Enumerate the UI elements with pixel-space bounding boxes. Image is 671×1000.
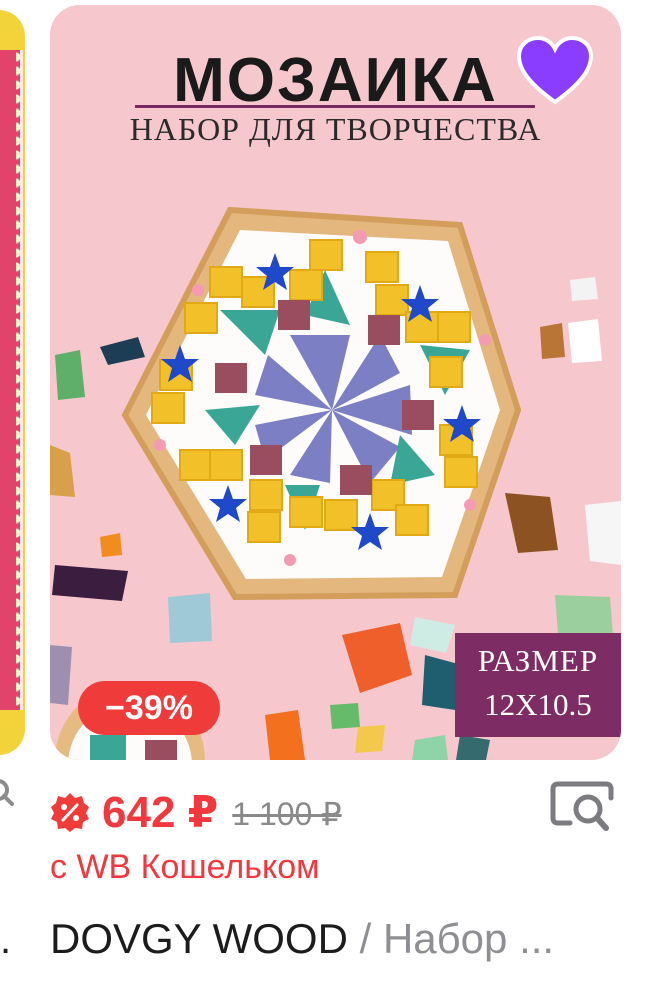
price-row: 642 ₽ 1 100 ₽ <box>50 782 342 842</box>
favorite-button[interactable] <box>515 35 595 107</box>
size-tag-value: 12X10.5 <box>484 687 592 722</box>
product-title[interactable]: DOVGY WOOD / Набор ... <box>50 915 640 963</box>
product-name: Набор ... <box>382 915 555 962</box>
size-tag-label: РАЗМЕР <box>477 643 599 678</box>
price-current: 642 ₽ <box>102 787 219 837</box>
find-similar-button[interactable] <box>548 778 616 836</box>
wallet-price-note: с WB Кошельком <box>50 848 320 886</box>
size-tag: РАЗМЕР 12X10.5 <box>455 633 621 737</box>
heart-icon <box>516 36 594 105</box>
banner-subtitle: НАБОР ДЛЯ ТВОРЧЕСТВА <box>129 111 542 147</box>
previous-card-title: . <box>0 918 12 962</box>
previous-card-similar-icon[interactable] <box>0 778 18 806</box>
previous-product-card[interactable] <box>0 10 25 755</box>
discount-badge: −39% <box>78 681 220 735</box>
previous-product-image <box>0 50 25 710</box>
price-old: 1 100 ₽ <box>232 796 342 832</box>
image-search-icon <box>550 781 614 831</box>
product-brand: DOVGY WOOD <box>50 915 348 962</box>
wallet-discount-icon <box>51 793 89 832</box>
product-card[interactable]: МОЗАИКА НАБОР ДЛЯ ТВОРЧЕСТВА РАЗМЕР 12X1… <box>50 5 621 760</box>
title-separator: / <box>359 915 372 962</box>
banner-divider <box>135 105 535 108</box>
